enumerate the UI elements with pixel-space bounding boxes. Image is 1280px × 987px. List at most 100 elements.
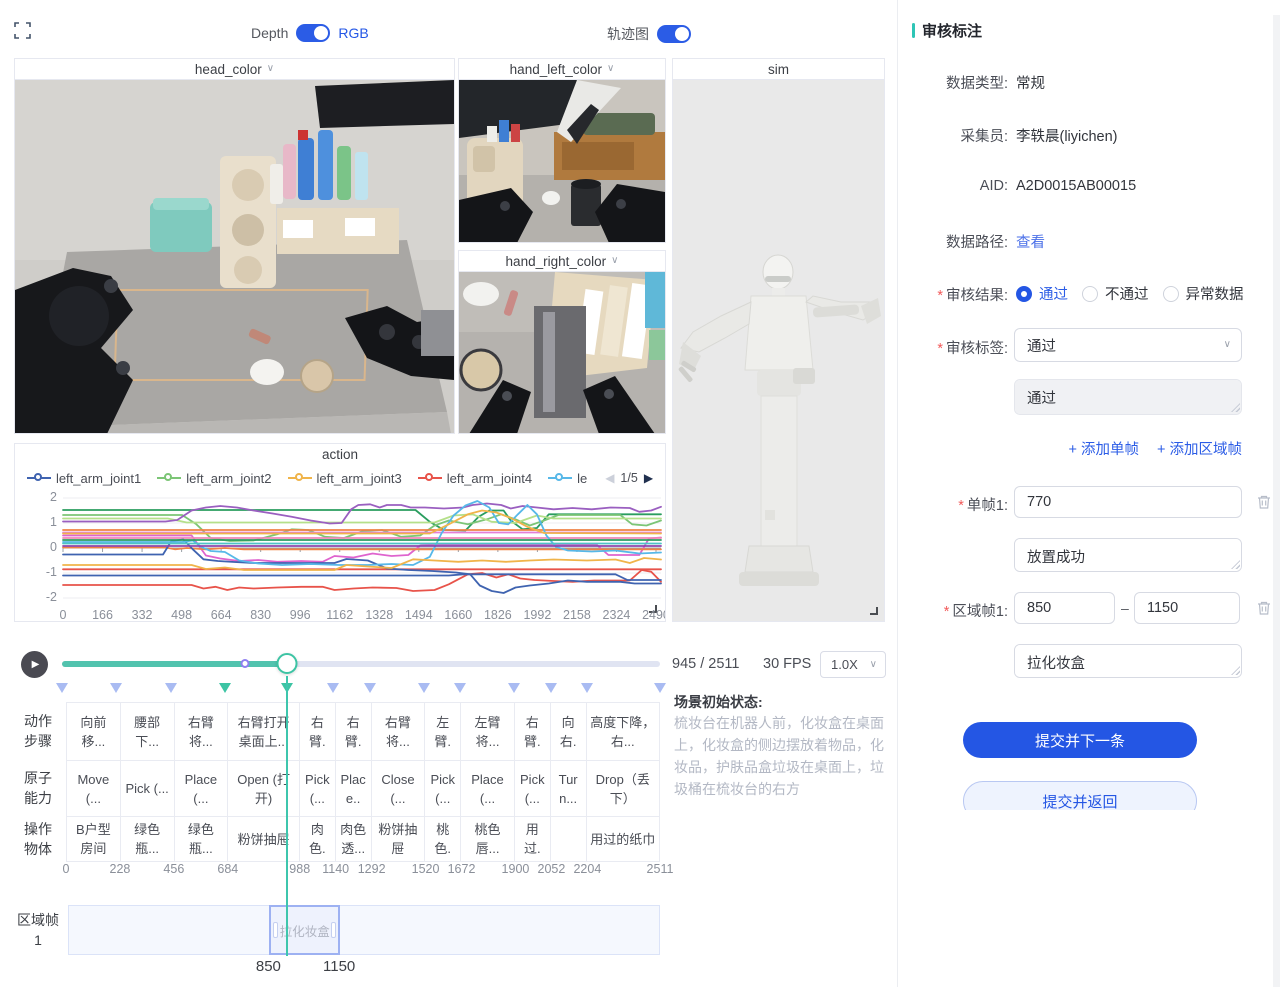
step-cell[interactable]: 右臂将... [372,703,426,760]
region-frame-note-textarea[interactable]: 拉化妆盒 [1014,644,1242,678]
step-cell[interactable]: 向右. [551,703,587,760]
step-marker-triangle[interactable] [110,683,122,693]
step-cell[interactable]: Place (... [175,761,229,816]
step-cell[interactable]: Move (... [67,761,121,816]
review-tag-value: 通过 [1027,335,1056,356]
speed-select[interactable]: 1.0X ∨ [820,651,886,678]
step-cell[interactable]: 用过. [515,817,551,861]
step-cell[interactable]: 高度下降，右... [587,703,659,760]
single-frame-marker-dot[interactable] [241,659,250,668]
step-cell[interactable]: 桃色唇... [461,817,515,861]
step-cell[interactable]: 绿色瓶... [175,817,229,861]
step-marker-triangle[interactable] [327,683,339,693]
step-cell[interactable]: Pick (... [121,761,175,816]
play-button[interactable]: ▶ [21,651,48,678]
panel-resize-handle[interactable] [870,607,878,615]
x-tick-label: 1992 [523,608,551,622]
hand-right-color-header[interactable]: hand_right_color ∨ [459,251,665,272]
step-cell[interactable]: 桃色. [425,817,461,861]
legend-item-left_arm_joint2[interactable]: left_arm_joint2 [157,471,271,486]
field-value-data-type: 常规 [1016,72,1045,93]
delete-icon[interactable] [1256,600,1272,616]
region-end-input[interactable] [1134,592,1240,624]
step-cell[interactable]: Pick (... [425,761,461,816]
review-tag-select[interactable]: 通过 ∨ [1014,328,1242,362]
legend-item-left_arm_joint4[interactable]: left_arm_joint4 [418,471,532,486]
step-cell[interactable]: 粉饼抽屉 [372,817,426,861]
depth-rgb-switch[interactable] [296,24,330,42]
step-cell[interactable]: 右臂. [515,703,551,760]
step-marker-triangle[interactable] [56,683,68,693]
add-frame-links: + 添加单帧 + 添加区域帧 [1014,438,1242,459]
step-cell[interactable]: 右臂打开桌面上... [228,703,300,760]
step-marker-triangle[interactable] [165,683,177,693]
step-cell[interactable]: Pick (... [300,761,336,816]
step-cell[interactable]: 粉饼抽屉 [228,817,300,861]
step-marker-triangle[interactable] [418,683,430,693]
step-cell[interactable]: Pick (... [515,761,551,816]
step-marker-triangle[interactable] [654,683,666,693]
field-value-aid: A2D0015AB00015 [1016,178,1136,194]
add-region-frame-link[interactable]: + 添加区域帧 [1157,438,1242,459]
step-marker-triangle[interactable] [581,683,593,693]
fullscreen-icon[interactable] [14,22,31,39]
sim-viewport[interactable] [673,80,884,621]
step-cell[interactable]: 绿色瓶... [121,817,175,861]
step-cell[interactable]: B户型房间 [67,817,121,861]
radio-option-通过[interactable]: 通过 [1016,283,1068,304]
legend-swatch [288,473,312,483]
radio-icon [1163,286,1179,302]
head-color-header[interactable]: head_color ∨ [15,59,454,80]
step-marker-triangle[interactable] [545,683,557,693]
next-page-icon[interactable]: ▶ [644,471,653,485]
step-cell[interactable]: 肉色. [300,817,336,861]
submit-next-button[interactable]: 提交并下一条 [963,722,1197,758]
scrollbar[interactable] [1273,15,1280,987]
radio-option-不通过[interactable]: 不通过 [1082,283,1149,304]
region-start-input[interactable] [1014,592,1115,624]
step-cell[interactable] [551,817,587,861]
step-cell[interactable]: Drop（丢下） [587,761,659,816]
submit-back-button[interactable]: 提交并返回 [963,781,1197,810]
region-frame-segment[interactable]: 拉化妆盒 [269,905,340,955]
step-cell[interactable]: 肉色透... [336,817,372,861]
hand-left-color-header[interactable]: hand_left_color ∨ [459,59,665,80]
segment-left-handle[interactable] [273,922,278,938]
data-path-view-link[interactable]: 查看 [1016,231,1045,252]
chevron-down-icon: ∨ [1224,340,1231,350]
timeline-thumb[interactable] [277,653,298,674]
step-cell[interactable]: 左臂. [425,703,461,760]
single-frame-note-textarea[interactable]: 放置成功 [1014,538,1242,572]
legend-item-le[interactable]: le [548,471,587,486]
trajectory-switch[interactable] [657,25,691,43]
step-marker-triangle[interactable] [454,683,466,693]
step-cell[interactable]: 右臂. [336,703,372,760]
delete-icon[interactable] [1256,494,1272,510]
step-cell[interactable]: Close (... [372,761,426,816]
sim-header[interactable]: sim [673,59,884,80]
step-marker-triangle[interactable] [219,683,231,693]
step-cell[interactable]: 右臂. [300,703,336,760]
step-cell[interactable]: Place.. [336,761,372,816]
region-frame-bar[interactable]: 拉化妆盒 [68,905,660,955]
step-cell[interactable]: Turn... [551,761,587,816]
review-tag-note-textarea[interactable]: 通过 [1014,379,1242,415]
radio-option-异常数据[interactable]: 异常数据 [1163,283,1244,304]
step-cell[interactable]: 腰部下... [121,703,175,760]
step-cell[interactable]: 用过的纸巾 [587,817,659,861]
legend-item-left_arm_joint1[interactable]: left_arm_joint1 [27,471,141,486]
x-tick-label: 1162 [326,608,353,622]
timeline-slider[interactable] [62,661,660,667]
legend-item-left_arm_joint3[interactable]: left_arm_joint3 [288,471,402,486]
step-marker-triangle[interactable] [508,683,520,693]
step-cell[interactable]: Open (打开) [228,761,300,816]
step-cell[interactable]: 向前移... [67,703,121,760]
single-frame-input[interactable] [1014,486,1242,518]
step-cell[interactable]: Place (... [461,761,515,816]
step-cell[interactable]: 左臂将... [461,703,515,760]
segment-right-handle[interactable] [331,922,336,938]
step-marker-triangle[interactable] [364,683,376,693]
step-cell[interactable]: 右臂将... [175,703,229,760]
prev-page-icon[interactable]: ◀ [605,471,614,485]
add-single-frame-link[interactable]: + 添加单帧 [1069,438,1140,459]
